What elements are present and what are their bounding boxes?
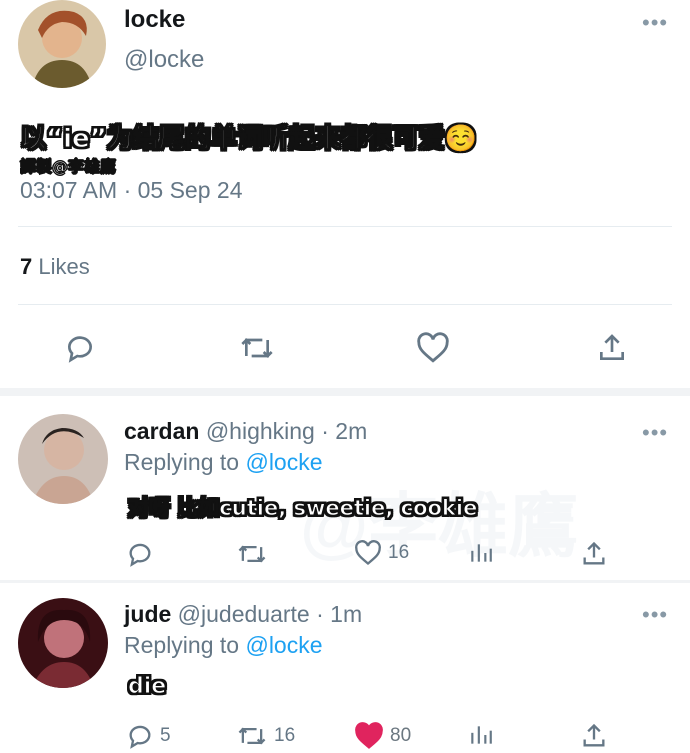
more-icon[interactable]: ••• bbox=[642, 422, 668, 444]
analytics-icon[interactable] bbox=[468, 722, 494, 748]
retweet-icon[interactable]: 16 bbox=[236, 722, 295, 750]
reply-avatar[interactable] bbox=[18, 414, 108, 504]
reply-icon[interactable]: 5 bbox=[126, 722, 171, 750]
retweet-count: 16 bbox=[274, 725, 296, 746]
more-icon[interactable]: ••• bbox=[642, 604, 668, 626]
replying-to-link[interactable]: @locke bbox=[245, 632, 322, 658]
reply-display-name[interactable]: cardan @highking · 2m bbox=[124, 418, 367, 445]
replying-to: Replying to @locke bbox=[124, 449, 323, 475]
reply-avatar[interactable] bbox=[18, 598, 108, 688]
likes-summary[interactable]: 7 Likes bbox=[20, 254, 90, 280]
reply-text: die bbox=[127, 674, 167, 700]
more-icon[interactable]: ••• bbox=[642, 12, 668, 34]
section-divider bbox=[0, 388, 690, 396]
divider bbox=[18, 226, 672, 227]
reply-time: · 2m bbox=[321, 418, 368, 444]
reply-handle[interactable]: @highking bbox=[206, 418, 315, 444]
like-icon[interactable]: 16 bbox=[354, 540, 409, 566]
likes-count: 7 bbox=[20, 254, 33, 279]
divider bbox=[18, 304, 672, 305]
share-icon[interactable] bbox=[580, 722, 608, 750]
like-count: 80 bbox=[390, 725, 412, 746]
section-divider bbox=[0, 580, 690, 583]
reply-display-name[interactable]: jude @judeduarte · 1m bbox=[124, 601, 362, 628]
main-tweet-display-name[interactable]: locke bbox=[124, 6, 185, 34]
replying-to-link[interactable]: @locke bbox=[245, 449, 322, 475]
main-tweet-handle[interactable]: @locke bbox=[124, 46, 204, 74]
reply-count: 5 bbox=[160, 725, 171, 746]
share-icon[interactable] bbox=[580, 540, 608, 568]
analytics-icon[interactable] bbox=[468, 540, 494, 566]
reply-text: 对呀 比如cutie, sweetie, cookie bbox=[127, 496, 478, 521]
translator-credit: 譯製@李雄鷹 bbox=[19, 157, 117, 177]
main-tweet-timestamp[interactable]: 03:07 AM · 05 Sep 24 bbox=[20, 177, 243, 204]
share-icon[interactable] bbox=[596, 332, 628, 364]
reply-time: · 1m bbox=[316, 601, 363, 627]
like-icon[interactable]: 80 bbox=[354, 722, 411, 750]
like-count: 16 bbox=[388, 542, 410, 563]
likes-label: Likes bbox=[38, 254, 90, 279]
reply-icon[interactable] bbox=[64, 332, 96, 364]
main-tweet-avatar[interactable] bbox=[18, 0, 106, 88]
main-tweet-text: 以“ie”为结尾的单词听起来都很可爱☺️ bbox=[19, 124, 478, 155]
replying-to: Replying to @locke bbox=[124, 632, 323, 658]
retweet-icon[interactable] bbox=[236, 540, 274, 568]
reply-icon[interactable] bbox=[126, 540, 160, 568]
retweet-icon[interactable] bbox=[238, 332, 276, 364]
like-icon[interactable] bbox=[416, 332, 450, 364]
reply-handle[interactable]: @judeduarte bbox=[178, 601, 310, 627]
